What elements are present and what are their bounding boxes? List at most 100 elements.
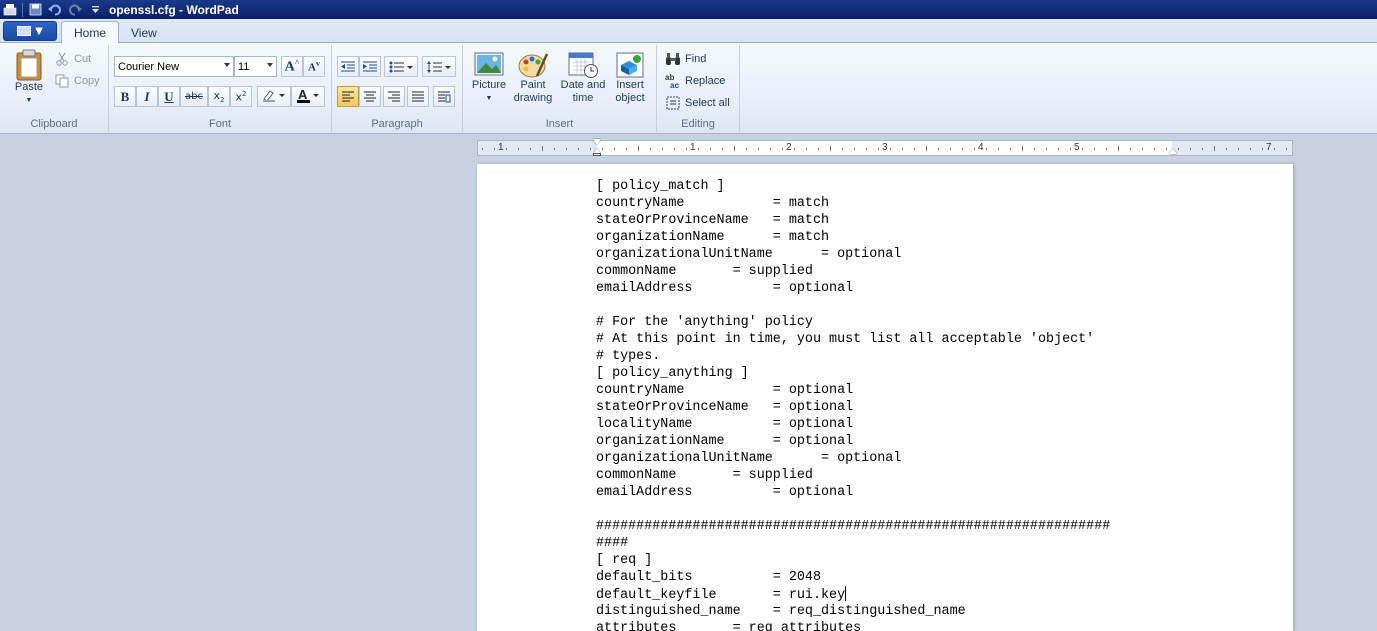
bullet-list-button[interactable] <box>384 56 418 77</box>
font-family-select[interactable]: Courier New <box>114 56 234 77</box>
ruler-tick <box>1286 148 1287 150</box>
paste-button[interactable]: Paste ▼ <box>10 49 48 107</box>
ruler-tick <box>794 148 795 150</box>
strikethrough-button[interactable]: abc <box>180 86 208 107</box>
document-line: countryName = match <box>596 196 830 211</box>
ruler-number: 1 <box>498 142 504 153</box>
document-line: localityName = optional <box>596 417 854 432</box>
right-indent-marker[interactable] <box>1169 148 1177 154</box>
ruler-tick <box>842 148 843 150</box>
italic-button[interactable]: I <box>136 86 158 107</box>
paint-label-line1: Paint <box>520 79 546 91</box>
clipboard-group-label: Clipboard <box>30 118 78 130</box>
left-indent-marker[interactable] <box>593 153 601 156</box>
ruler-tick <box>998 148 999 150</box>
align-right-button[interactable] <box>383 86 405 107</box>
ruler-tick <box>614 148 615 150</box>
system-menu-icon[interactable] <box>0 1 20 18</box>
customize-qat-icon[interactable] <box>85 1 105 18</box>
ruler-tick <box>1214 146 1215 151</box>
editing-group: Find ab ac Replace Select all Editing <box>657 45 740 132</box>
ruler-tick <box>806 148 807 150</box>
paint-drawing-button[interactable]: Paint drawing <box>511 51 555 105</box>
ruler-tick <box>1178 148 1179 150</box>
highlight-color-button[interactable] <box>257 86 291 107</box>
ruler-tick <box>854 148 855 150</box>
replace-button[interactable]: ab ac Replace <box>665 73 725 89</box>
select-all-button[interactable]: Select all <box>665 95 730 111</box>
ruler-tick <box>578 148 579 150</box>
ruler-number: 2 <box>786 142 792 153</box>
scissors-icon <box>54 51 70 67</box>
tab-view[interactable]: View <box>119 21 169 44</box>
underline-icon: U <box>164 88 174 104</box>
ruler-tick <box>938 148 939 150</box>
document-text[interactable]: [ policy_match ] countryName = match state… <box>596 178 1110 631</box>
font-color-icon: A <box>296 87 320 106</box>
cut-label: Cut <box>74 53 92 65</box>
paragraph-group: Paragraph <box>332 45 463 132</box>
subscript-button[interactable]: x2 <box>208 86 230 107</box>
document-line: countryName = optional <box>596 383 854 398</box>
align-left-icon <box>342 91 354 101</box>
document-line: stateOrProvinceName = match <box>596 213 830 228</box>
undo-icon[interactable] <box>45 1 65 18</box>
text-caret <box>845 586 847 601</box>
superscript-icon: x2 <box>235 89 247 104</box>
ruler[interactable]: 1 1 2 3 4 5 7 <box>477 139 1293 156</box>
paragraph-settings-button[interactable] <box>433 86 455 107</box>
insert-object-button[interactable]: Insert object <box>609 51 651 105</box>
first-line-indent-marker[interactable] <box>593 139 601 145</box>
document-line: # At this point in time, you must list a… <box>596 332 1095 347</box>
ruler-tick <box>1262 148 1263 150</box>
superscript-button[interactable]: x2 <box>230 86 252 107</box>
align-center-button[interactable] <box>359 86 381 107</box>
picture-button[interactable]: Picture ▼ <box>468 51 510 105</box>
copy-icon <box>54 73 70 89</box>
cut-button[interactable]: Cut <box>54 51 91 67</box>
decrease-indent-button[interactable] <box>337 56 359 77</box>
save-icon[interactable] <box>25 1 45 18</box>
svg-text:ac: ac <box>670 81 679 89</box>
copy-button[interactable]: Copy <box>54 73 100 89</box>
ruler-tick <box>1070 148 1071 150</box>
line-spacing-button[interactable] <box>422 56 456 77</box>
justify-button[interactable] <box>407 86 429 107</box>
grow-font-button[interactable]: A^ <box>281 56 303 77</box>
bold-button[interactable]: B <box>114 86 136 107</box>
ruler-tick <box>830 146 831 151</box>
title-bar: openssl.cfg - WordPad <box>0 0 1377 19</box>
date-time-button[interactable]: Date and time <box>559 51 607 105</box>
tab-home[interactable]: Home <box>61 21 120 44</box>
underline-button[interactable]: U <box>158 86 180 107</box>
document-line: default_keyfile = rui.key <box>596 586 847 603</box>
redo-icon[interactable] <box>65 1 85 18</box>
font-size-select[interactable]: 11 <box>234 56 277 77</box>
find-button[interactable]: Find <box>665 51 706 67</box>
application-menu-button[interactable]: ▼ <box>3 21 57 41</box>
ruler-tick <box>686 148 687 150</box>
ruler-tick <box>950 148 951 150</box>
paint-label-line2: drawing <box>513 92 553 104</box>
shrink-font-button[interactable]: Av <box>303 56 325 77</box>
ruler-tick <box>590 148 591 150</box>
document-page[interactable]: [ policy_match ] countryName = match state… <box>477 164 1293 631</box>
ruler-tick <box>914 148 915 150</box>
ruler-tick <box>1118 146 1119 151</box>
picture-dropdown-icon: ▼ <box>485 95 493 102</box>
ruler-tick <box>1058 148 1059 150</box>
align-left-button[interactable] <box>337 86 359 107</box>
justify-icon <box>412 91 424 101</box>
document-line: emailAddress = optional <box>596 485 854 500</box>
ruler-tick <box>974 148 975 150</box>
ribbon-tab-bar: ▼ Home View <box>0 19 1377 44</box>
document-line: commonName = supplied <box>596 264 813 279</box>
increase-indent-button[interactable] <box>359 56 381 77</box>
document-line: [ policy_match ] <box>596 179 725 194</box>
ruler-tick <box>626 148 627 150</box>
document-line: stateOrProvinceName = optional <box>596 400 854 415</box>
qat-separator <box>22 2 23 17</box>
ruler-tick <box>638 146 639 151</box>
text-color-button[interactable]: A <box>291 86 325 107</box>
picture-icon <box>474 52 504 76</box>
